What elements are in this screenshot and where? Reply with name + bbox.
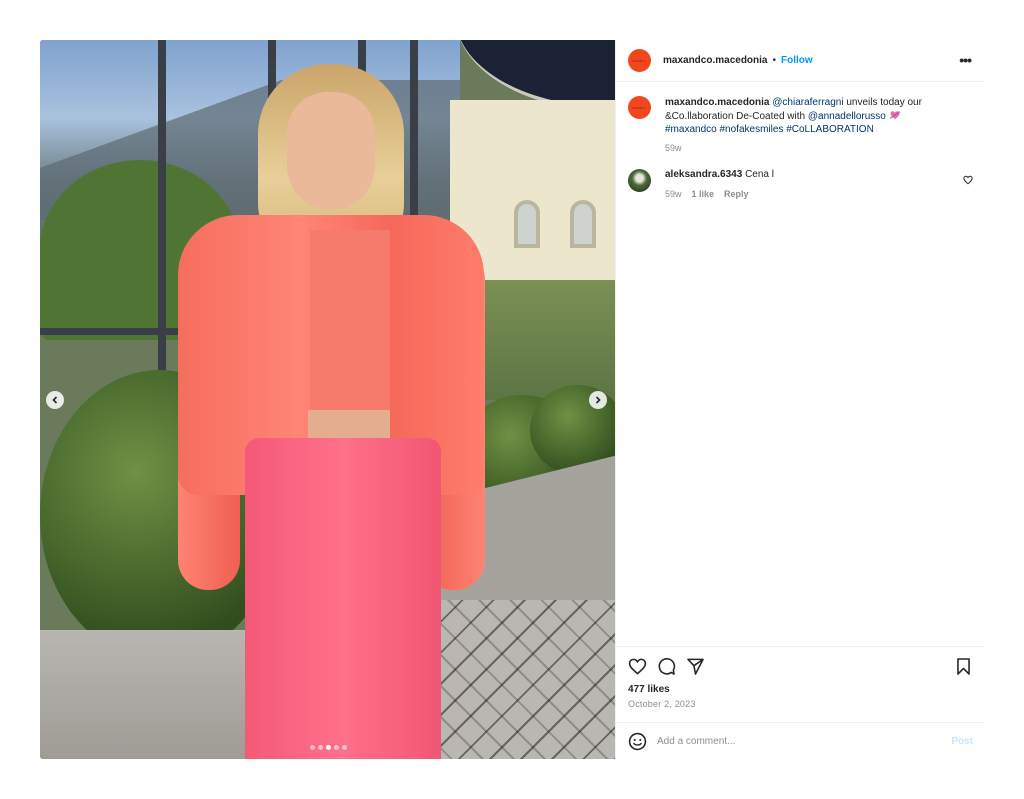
post-comment-button[interactable]: Post — [951, 736, 973, 747]
carousel-next-button[interactable] — [589, 391, 607, 409]
likes-count[interactable]: 477 likes — [628, 684, 973, 695]
chevron-right-icon — [595, 396, 601, 404]
avatar-logo-text: MAX&Co. — [632, 105, 647, 110]
follow-button[interactable]: Follow — [781, 55, 813, 66]
post-date: October 2, 2023 — [628, 699, 696, 709]
carousel-prev-button[interactable] — [46, 391, 64, 409]
photo-pants — [245, 438, 441, 759]
heart-with-arrow-emoji-icon — [889, 110, 900, 119]
avatar-logo-text: MAX&Co. — [632, 58, 647, 63]
reply-button[interactable]: Reply — [724, 189, 749, 199]
caption-author-avatar[interactable]: MAX&Co. — [628, 96, 651, 119]
carousel-dot[interactable] — [310, 745, 315, 750]
add-comment-bar: Post — [616, 722, 985, 759]
post-actions: 477 likes October 2, 2023 — [616, 646, 985, 709]
emoji-smiley-icon[interactable] — [628, 732, 647, 751]
commenter-username[interactable]: aleksandra.6343 — [665, 169, 742, 180]
caption-timestamp[interactable]: 59w — [665, 142, 955, 156]
caption-username[interactable]: maxandco.macedonia — [665, 97, 769, 108]
save-bookmark-icon[interactable] — [954, 657, 973, 676]
carousel-dot[interactable] — [342, 745, 347, 750]
more-options-icon[interactable]: ••• — [959, 52, 972, 68]
author-avatar[interactable]: MAX&Co. — [628, 49, 651, 72]
post-caption: MAX&Co. maxandco.macedonia @chiaraferrag… — [616, 82, 985, 155]
chevron-left-icon — [52, 396, 58, 404]
action-icons — [628, 657, 973, 676]
comment-icon[interactable] — [657, 657, 676, 676]
post-header: MAX&Co. maxandco.macedonia • Follow ••• — [616, 40, 985, 82]
hashtag-link[interactable]: #nofakesmiles — [719, 124, 783, 135]
comment-likes[interactable]: 1 like — [692, 189, 715, 199]
comment-input[interactable] — [657, 735, 952, 747]
comment-like-icon[interactable] — [963, 175, 973, 185]
share-paper-plane-icon[interactable] — [686, 657, 705, 676]
post-modal: MAX&Co. maxandco.macedonia • Follow ••• … — [40, 40, 985, 759]
commenter-avatar[interactable] — [628, 169, 651, 192]
post-media[interactable] — [40, 40, 615, 759]
hashtag-link[interactable]: #CoLLABORATION — [786, 124, 874, 135]
mention-link[interactable]: @chiaraferragni — [772, 97, 843, 108]
hashtag-link[interactable]: #maxandco — [665, 124, 717, 135]
mention-link[interactable]: @annadellorusso — [808, 111, 886, 122]
comment-meta: 59w 1 like Reply — [665, 189, 774, 199]
comment-text: Cena l — [745, 169, 774, 180]
carousel-dot[interactable] — [326, 745, 331, 750]
comment-body: aleksandra.6343 Cena l 59w 1 like Reply — [665, 169, 774, 199]
separator-dot: • — [772, 55, 776, 66]
carousel-indicator — [310, 745, 347, 750]
photo-person — [40, 40, 615, 759]
photo-face — [287, 92, 375, 210]
post-side-panel: MAX&Co. maxandco.macedonia • Follow ••• … — [615, 40, 985, 759]
caption-text: maxandco.macedonia @chiaraferragni unvei… — [665, 96, 955, 155]
comment-time[interactable]: 59w — [665, 189, 682, 199]
comment-item: aleksandra.6343 Cena l 59w 1 like Reply — [616, 155, 985, 199]
photo-top — [310, 230, 390, 420]
comment-line: aleksandra.6343 Cena l — [665, 169, 774, 180]
carousel-dot[interactable] — [334, 745, 339, 750]
carousel-dot[interactable] — [318, 745, 323, 750]
author-username[interactable]: maxandco.macedonia — [663, 55, 767, 66]
like-heart-icon[interactable] — [628, 657, 647, 676]
